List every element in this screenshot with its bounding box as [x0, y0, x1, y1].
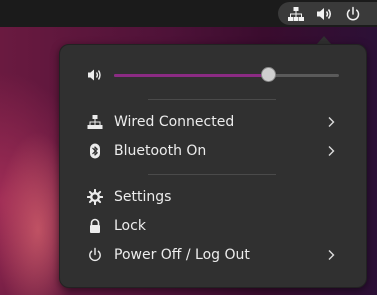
- chevron-right-icon: [326, 116, 336, 128]
- volume-row: [60, 63, 366, 87]
- menu-item-lock[interactable]: Lock: [60, 212, 366, 240]
- menu-item-label: Lock: [114, 218, 146, 234]
- menu-item-label: Power Off / Log Out: [114, 247, 250, 263]
- menu-item-settings[interactable]: Settings: [60, 183, 366, 211]
- top-bar: [0, 0, 377, 27]
- chevron-right-icon: [326, 249, 336, 261]
- menu-item-label: Settings: [114, 189, 172, 205]
- gear-icon: [87, 189, 103, 205]
- separator: [148, 174, 276, 175]
- separator: [148, 99, 276, 100]
- system-menu: Wired Connected Bluetooth On Settings Lo…: [59, 44, 367, 288]
- menu-item-bluetooth[interactable]: Bluetooth On: [60, 137, 366, 165]
- volume-icon: [87, 67, 103, 83]
- volume-slider-handle[interactable]: [261, 67, 277, 82]
- menu-item-label: Bluetooth On: [114, 143, 207, 159]
- network-wired-icon: [287, 6, 305, 22]
- volume-icon: [316, 6, 334, 22]
- menu-item-label: Wired Connected: [114, 114, 235, 130]
- volume-slider-fill: [114, 74, 270, 77]
- lock-icon: [87, 218, 103, 234]
- menu-item-wired[interactable]: Wired Connected: [60, 108, 366, 136]
- bluetooth-icon: [87, 143, 103, 159]
- network-wired-icon: [87, 114, 103, 130]
- menu-item-power[interactable]: Power Off / Log Out: [60, 241, 366, 269]
- system-indicators[interactable]: [278, 2, 377, 25]
- chevron-right-icon: [326, 145, 336, 157]
- power-icon: [87, 247, 103, 263]
- power-icon: [344, 6, 362, 22]
